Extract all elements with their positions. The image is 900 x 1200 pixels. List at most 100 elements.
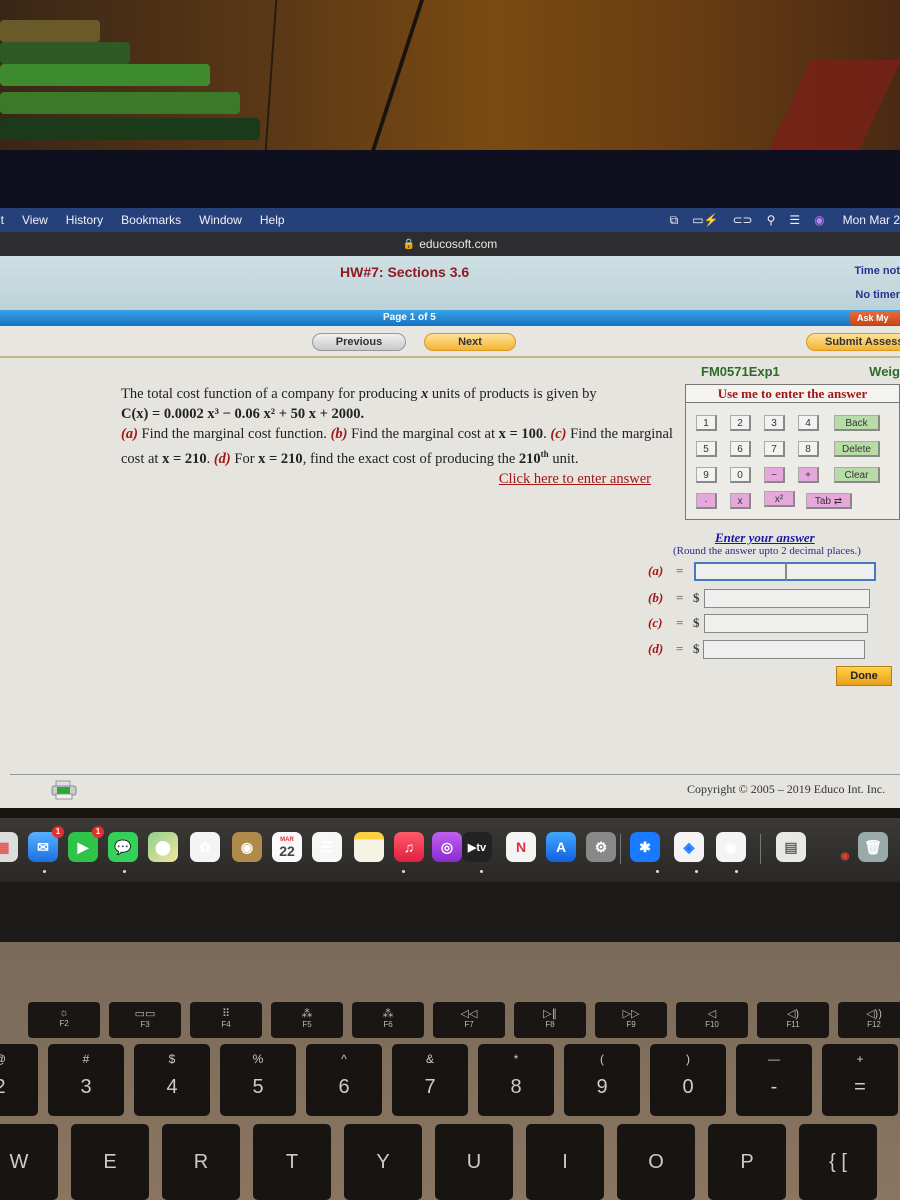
search-icon[interactable]: ⚲ — [767, 213, 776, 227]
dock-app-bluetooth-file-exchange[interactable]: ✱ — [630, 832, 660, 862]
decimal-key[interactable]: · — [696, 493, 717, 509]
dock-app-podcasts[interactable]: ◎ — [432, 832, 462, 862]
key-f6[interactable]: ⁂ F6 — [352, 1002, 424, 1038]
x-key[interactable]: x — [730, 493, 751, 509]
key-3[interactable]: 3 — [764, 415, 785, 431]
contacts-icon: ◉ — [240, 838, 254, 855]
dock-app-contacts[interactable]: ◉ — [232, 832, 262, 862]
key-e[interactable]: E — [71, 1124, 149, 1200]
menu-edit[interactable]: it — [0, 213, 13, 227]
key-4[interactable]: $4 — [134, 1044, 210, 1116]
dock-app-document[interactable]: ▤ — [776, 832, 806, 862]
dock-app-system-preferences[interactable]: ⚙ — [586, 832, 616, 862]
x-squared-key[interactable]: x² — [764, 491, 795, 507]
done-button[interactable]: Done — [836, 666, 892, 686]
answer-a-input-secondary[interactable] — [786, 562, 876, 581]
dock-app-news[interactable]: N — [506, 832, 536, 862]
dock-app-notes[interactable] — [354, 832, 384, 862]
key-w[interactable]: W — [0, 1124, 58, 1200]
key-=[interactable]: + = — [822, 1044, 898, 1116]
key-7[interactable]: & 7 — [392, 1044, 468, 1116]
menu-help[interactable]: Help — [251, 213, 294, 227]
key-[interactable]: { [ — [799, 1124, 877, 1200]
dock-app-safari[interactable]: ◈ — [674, 832, 704, 862]
battery-charging-icon[interactable]: ▭⚡ — [692, 213, 718, 227]
dock-app-trash[interactable]: 🗑 — [858, 832, 888, 862]
dock-app-tv[interactable]: ▶tv — [462, 832, 492, 862]
dock-app-messages[interactable]: 💬 — [108, 832, 138, 862]
answer-d-input[interactable] — [703, 640, 865, 659]
clear-key[interactable]: Clear — [834, 467, 880, 483]
key-y[interactable]: Y — [344, 1124, 422, 1200]
link-icon[interactable]: ⊂⊃ — [732, 213, 752, 227]
key-f8[interactable]: ▷∥ F8 — [514, 1002, 586, 1038]
key-f10[interactable]: ◁ F10 — [676, 1002, 748, 1038]
key-9[interactable]: (9 — [564, 1044, 640, 1116]
dock-app-facetime[interactable]: ▶ 1 — [68, 826, 104, 862]
key-f11[interactable]: ◁) F11 — [757, 1002, 829, 1038]
siri-icon[interactable]: ◉ — [814, 213, 824, 227]
key-f4[interactable]: ⠿ F4 — [190, 1002, 262, 1038]
key-f7[interactable]: ◁◁ F7 — [433, 1002, 505, 1038]
next-button[interactable]: Next — [424, 333, 516, 351]
previous-button[interactable]: Previous — [312, 333, 406, 351]
key-1[interactable]: 1 — [696, 415, 717, 431]
menu-history[interactable]: History — [57, 213, 112, 227]
dock-app-chrome-minimized[interactable]: ◉ — [830, 832, 860, 862]
dock-app-reminders[interactable]: ☰ — [312, 832, 342, 862]
key-3[interactable]: #3 — [48, 1044, 124, 1116]
answer-c-input[interactable] — [704, 614, 868, 633]
key-0[interactable]: 0 — [730, 467, 751, 483]
menu-window[interactable]: Window — [190, 213, 251, 227]
dock-app-maps[interactable]: ⬤ — [148, 832, 178, 862]
key-7[interactable]: 7 — [764, 441, 785, 457]
key-8[interactable]: * 8 — [478, 1044, 554, 1116]
answer-b-input[interactable] — [704, 589, 870, 608]
key-f3[interactable]: ▭▭ F3 — [109, 1002, 181, 1038]
menu-view[interactable]: View — [13, 213, 57, 227]
key-8[interactable]: 8 — [798, 441, 819, 457]
key-f5[interactable]: ⁂ F5 — [271, 1002, 343, 1038]
screen-mirroring-icon[interactable]: ⧉ — [670, 213, 679, 228]
key-p[interactable]: P — [708, 1124, 786, 1200]
key-f12[interactable]: ◁)) F12 — [838, 1002, 900, 1038]
ask-my-instructor-button[interactable]: Ask My — [850, 311, 900, 325]
key-5[interactable]: 5 — [696, 441, 717, 457]
dock-app-mail[interactable]: ✉ 1 — [28, 826, 64, 862]
menubar-clock[interactable]: Mon Mar 2 — [843, 213, 900, 227]
dock-app-photos[interactable]: ✿ — [190, 832, 220, 862]
key--[interactable]: — - — [736, 1044, 812, 1116]
back-key[interactable]: Back — [834, 415, 880, 431]
key-2[interactable]: 2 — [730, 415, 751, 431]
key-i[interactable]: I — [526, 1124, 604, 1200]
key-f2[interactable]: ☼ F2 — [28, 1002, 100, 1038]
plus-key[interactable]: + — [798, 467, 819, 483]
answer-a-input[interactable] — [694, 562, 786, 581]
dock-app-chrome[interactable]: ◉ — [716, 832, 746, 862]
key-9[interactable]: 9 — [696, 467, 717, 483]
key-t[interactable]: T — [253, 1124, 331, 1200]
dock-app-calendar[interactable]: MAR 22 — [272, 832, 302, 862]
tab-key[interactable]: Tab ⇄ — [806, 493, 852, 509]
key-r[interactable]: R — [162, 1124, 240, 1200]
key-4[interactable]: 4 — [798, 415, 819, 431]
printer-icon[interactable] — [50, 780, 78, 800]
key-f9[interactable]: ▷▷ F9 — [595, 1002, 667, 1038]
minus-key[interactable]: − — [764, 467, 785, 483]
dock-app-music[interactable]: ♫ — [394, 832, 424, 862]
key-0[interactable]: ) 0 — [650, 1044, 726, 1116]
key-5[interactable]: % 5 — [220, 1044, 296, 1116]
dock-app-app-store[interactable]: A — [546, 832, 576, 862]
key-u[interactable]: U — [435, 1124, 513, 1200]
control-center-icon[interactable]: ☰ — [789, 213, 800, 227]
browser-url[interactable]: educosoft.com — [419, 237, 497, 251]
menu-bookmarks[interactable]: Bookmarks — [112, 213, 190, 227]
submit-assessment-button[interactable]: Submit Assess — [806, 333, 900, 351]
delete-key[interactable]: Delete — [834, 441, 880, 457]
dock-app-launchpad[interactable]: ▦ — [0, 832, 18, 862]
enter-answer-link[interactable]: Click here to enter answer — [499, 471, 651, 487]
key-2[interactable]: @2 — [0, 1044, 38, 1116]
key-6[interactable]: ^ 6 — [306, 1044, 382, 1116]
key-6[interactable]: 6 — [730, 441, 751, 457]
key-o[interactable]: O — [617, 1124, 695, 1200]
